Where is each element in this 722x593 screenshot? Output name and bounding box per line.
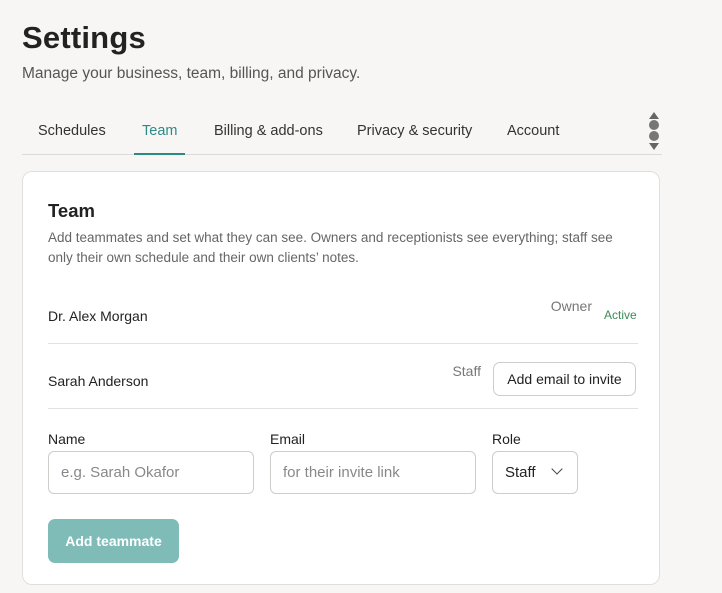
tab-billing[interactable]: Billing & add-ons [214, 112, 323, 154]
name-label: Name [48, 431, 86, 447]
email-input[interactable] [270, 451, 476, 494]
divider [48, 343, 638, 344]
scroll-dot-icon [649, 120, 659, 130]
add-teammate-button[interactable]: Add teammate [48, 519, 179, 563]
page-title: Settings [22, 20, 146, 55]
member-name: Dr. Alex Morgan [48, 308, 148, 324]
role-label: Role [492, 431, 521, 447]
tab-privacy[interactable]: Privacy & security [357, 112, 472, 154]
email-label: Email [270, 431, 306, 447]
card-description: Add teammates and set what they can see.… [48, 230, 613, 265]
chevron-down-icon [551, 463, 563, 475]
role-select-value: Staff [505, 464, 536, 481]
member-role: Staff [452, 363, 481, 379]
team-card: Team Add teammates and set what they can… [22, 171, 660, 585]
divider [48, 408, 638, 409]
scroll-down-icon[interactable] [649, 143, 659, 150]
tab-team[interactable]: Team [133, 112, 187, 155]
tab-schedules[interactable]: Schedules [38, 112, 106, 154]
name-input[interactable] [48, 451, 254, 494]
role-select[interactable]: Staff [492, 451, 578, 494]
page-subtitle: Manage your business, team, billing, and… [22, 65, 361, 82]
member-role: Owner [550, 298, 592, 314]
member-name: Sarah Anderson [48, 373, 149, 389]
status-badge: Active [604, 308, 637, 322]
tab-scroller[interactable] [648, 112, 662, 154]
tab-account[interactable]: Account [507, 112, 559, 154]
scroll-up-icon[interactable] [649, 112, 659, 119]
scroll-dot-icon [649, 131, 659, 141]
add-email-invite-button[interactable]: Add email to invite [493, 362, 636, 396]
tab-bar: Schedules Team Billing & add-ons Privacy… [22, 112, 662, 155]
card-title: Team [48, 200, 95, 221]
